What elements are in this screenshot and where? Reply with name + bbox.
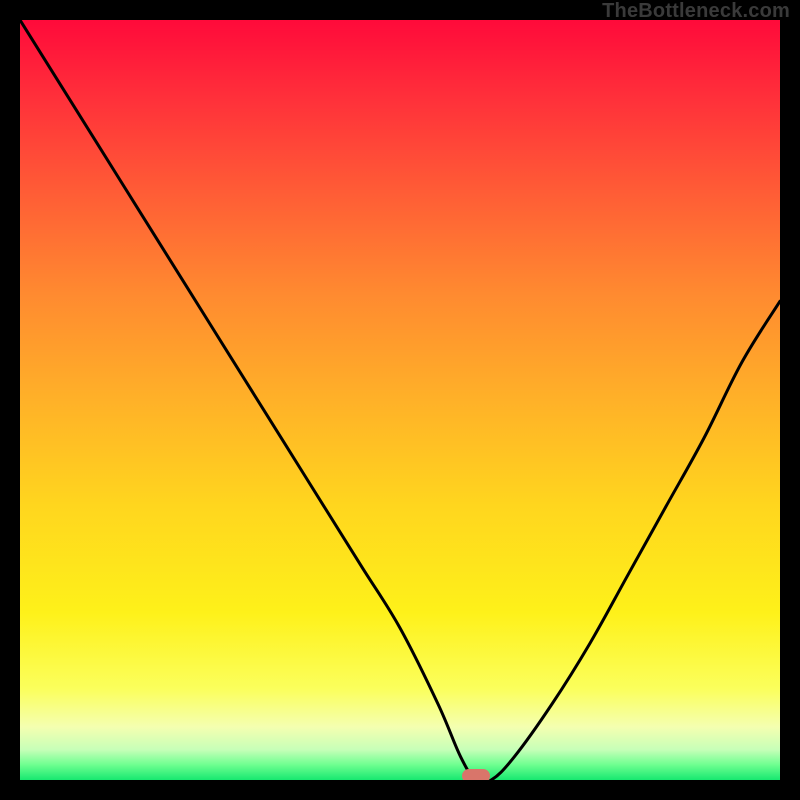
chart-frame: TheBottleneck.com [0, 0, 800, 800]
plot-area [20, 20, 780, 780]
minimum-marker [462, 769, 490, 780]
bottleneck-curve [20, 20, 780, 780]
attribution-label: TheBottleneck.com [602, 0, 790, 23]
